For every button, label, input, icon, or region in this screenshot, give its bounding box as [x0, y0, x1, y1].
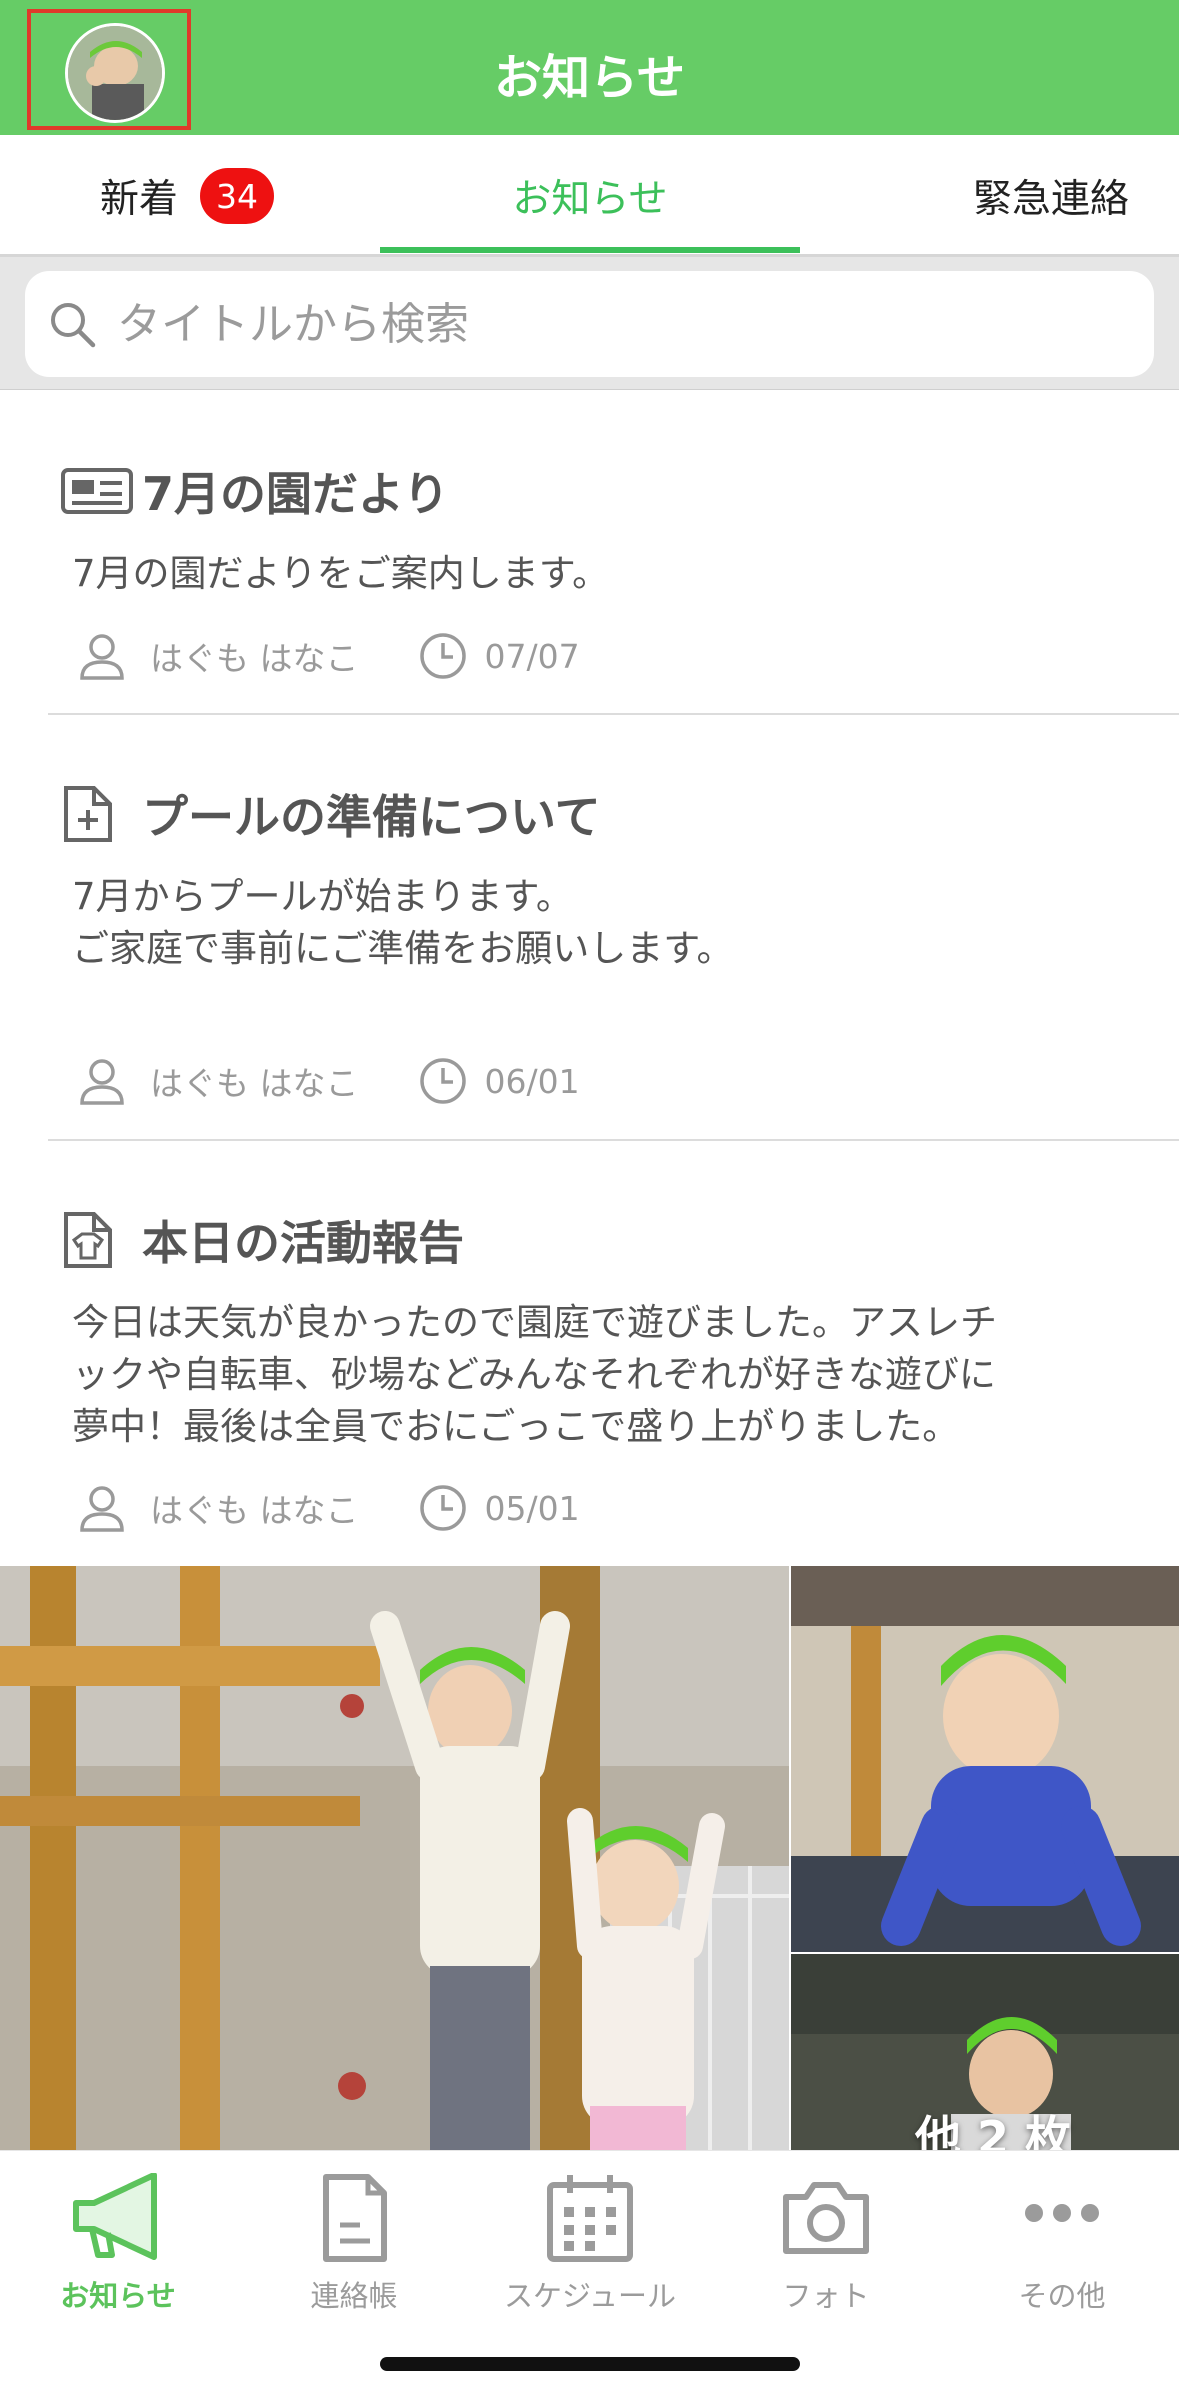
nav-label: フォト: [782, 2279, 870, 2313]
clock-icon: [419, 1485, 466, 1531]
clock-icon: [419, 633, 466, 679]
post-title-row: 本日の活動報告: [60, 1207, 464, 1273]
nav-label: スケジュール: [504, 2279, 676, 2313]
post-title-row: プールの準備について: [60, 781, 601, 847]
nav-label: その他: [1018, 2279, 1106, 2313]
calendar-icon: [547, 2175, 633, 2262]
post-date: 05/01: [484, 1488, 580, 1528]
post-body: 今日は天気が良かったので園庭で遊びました。アスレチ ックや自転車、砂場などみんな…: [72, 1297, 997, 1453]
active-tab-indicator: [380, 247, 800, 253]
post-body-line: 夢中！最後は全員でおにごっこで盛り上がりました。: [72, 1405, 960, 1448]
search-icon: [51, 303, 96, 348]
home-indicator: [380, 2357, 800, 2371]
post-body-line: ご家庭で事前にご準備をお願いします。: [72, 927, 734, 970]
nav-item-more[interactable]: その他: [944, 2165, 1179, 2315]
megaphone-icon: [73, 2173, 157, 2260]
document-plus-icon: [60, 784, 134, 844]
search-box[interactable]: [25, 271, 1154, 377]
more-photos-count: 他 2 枚: [914, 2111, 1071, 2150]
nav-item-notebook[interactable]: 連絡帳: [236, 2165, 472, 2315]
post-author: はぐも はなこ: [150, 1491, 359, 1530]
main-activity-photo[interactable]: [0, 1566, 789, 2150]
search-input[interactable]: [117, 271, 1117, 377]
tab-new-label: 新着: [100, 177, 179, 222]
clock-icon: [419, 1058, 466, 1104]
post-author: はぐも はなこ: [150, 639, 359, 678]
tab-notice[interactable]: お知らせ: [380, 135, 800, 257]
nav-item-schedule[interactable]: スケジュール: [472, 2165, 708, 2315]
post-body-line: ックや自転車、砂場などみんなそれぞれが好きな遊びに: [72, 1353, 996, 1396]
post-body-line: 7月からプールが始まります。: [72, 875, 573, 918]
person-icon: [80, 1486, 124, 1532]
unread-count-badge: 34: [200, 168, 275, 224]
list-item[interactable]: 7月の園だより 7月の園だよりをご案内します。 はぐも はなこ 07/07: [48, 390, 1179, 715]
search-bar-area: [0, 257, 1179, 390]
post-meta: はぐも はなこ 06/01: [76, 1055, 580, 1107]
notebook-icon: [323, 2174, 387, 2262]
notice-tabs: 新着 34 お知らせ 緊急連絡: [0, 135, 1179, 257]
post-title: 7月の園だより: [142, 467, 450, 521]
post-title-row: 7月の園だより: [60, 458, 449, 524]
tab-notice-label: お知らせ: [512, 177, 668, 222]
post-photo-grid[interactable]: 他 2 枚: [0, 1566, 1179, 2150]
post-title: 本日の活動報告: [142, 1216, 464, 1270]
person-icon: [80, 634, 124, 680]
app-header: お知らせ: [0, 0, 1179, 135]
post-meta: はぐも はなこ 05/01: [76, 1482, 580, 1534]
page-title: お知らせ: [493, 50, 686, 106]
post-author: はぐも はなこ: [150, 1064, 359, 1103]
nav-item-notice[interactable]: お知らせ: [0, 2165, 236, 2315]
camera-icon: [783, 2182, 869, 2254]
nav-item-photo[interactable]: フォト: [708, 2165, 944, 2315]
shirt-document-icon: [60, 1210, 134, 1270]
post-body: 7月の園だよりをご案内します。: [72, 552, 610, 595]
post-date: 06/01: [484, 1061, 580, 1101]
nav-label: お知らせ: [60, 2279, 176, 2313]
post-title: プールの準備について: [142, 790, 601, 844]
post-body: 7月からプールが始まります。 ご家庭で事前にご準備をお願いします。: [72, 871, 734, 975]
post-meta: はぐも はなこ 07/07: [76, 630, 580, 682]
list-item[interactable]: プールの準備について 7月からプールが始まります。 ご家庭で事前にご準備をお願い…: [48, 715, 1179, 1141]
tab-emergency[interactable]: 緊急連絡: [973, 135, 1129, 257]
tab-emergency-label: 緊急連絡: [972, 177, 1129, 222]
more-dots-icon: [1025, 2204, 1099, 2222]
nav-label: 連絡帳: [310, 2279, 398, 2313]
tab-new[interactable]: 新着 34: [100, 135, 275, 257]
post-date: 07/07: [484, 636, 580, 676]
side-activity-photo-1[interactable]: [791, 1566, 1179, 1952]
person-icon: [80, 1059, 124, 1105]
post-body-line: 今日は天気が良かったので園庭で遊びました。アスレチ: [72, 1301, 997, 1344]
newsletter-card-icon: [60, 461, 134, 521]
